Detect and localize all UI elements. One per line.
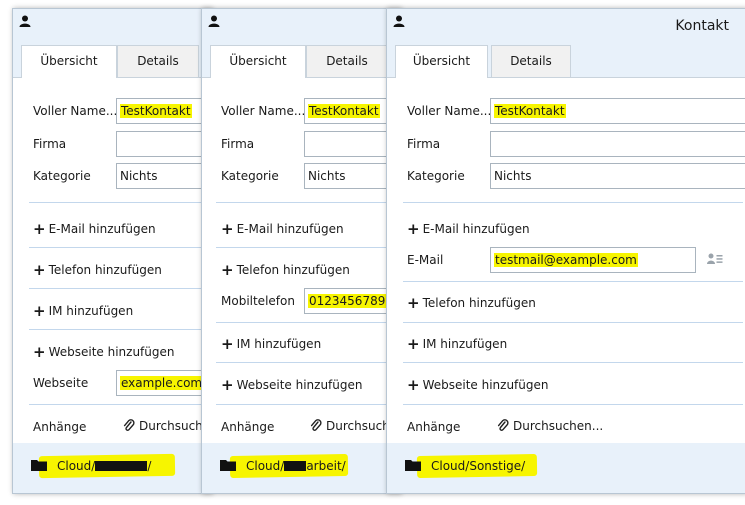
person-icon [208, 15, 220, 27]
full-name-input[interactable]: TestKontakt [490, 98, 745, 124]
separator [216, 247, 400, 248]
overview-panel: Voller Name... TestKontakt Firma Kategor… [13, 77, 211, 493]
plus-icon: + [407, 294, 420, 312]
attachments-label: Anhänge [33, 420, 87, 434]
tab-overview[interactable]: Übersicht [21, 45, 117, 78]
add-email-link[interactable]: + E-Mail hinzufügen [33, 220, 156, 238]
tab-details[interactable]: Details [491, 45, 571, 77]
person-icon [19, 15, 31, 27]
category-label: Kategorie [221, 169, 279, 183]
full-name-label: Voller Name... [33, 104, 118, 118]
plus-icon: + [407, 335, 420, 353]
category-select[interactable]: Nichts [116, 163, 211, 189]
add-email-link[interactable]: + E-Mail hinzufügen [221, 220, 344, 238]
folder-footer: Cloud/arbeit/ [202, 443, 400, 493]
attachments-label: Anhänge [221, 420, 275, 434]
paperclip-icon [123, 419, 135, 431]
plus-icon: + [221, 335, 234, 353]
add-website-link[interactable]: + Webseite hinzufügen [407, 376, 549, 394]
folder-icon [405, 460, 421, 471]
company-input[interactable] [116, 131, 211, 157]
separator [403, 362, 743, 363]
folder-footer: Cloud// [13, 443, 211, 493]
contact-window-1: Übersicht Details Voller Name... TestKon… [12, 8, 212, 494]
email-input[interactable]: testmail@example.com [490, 247, 696, 273]
separator [29, 202, 211, 203]
contact-card-icon[interactable] [707, 253, 723, 265]
folder-path[interactable]: Cloud/Sonstige/ [431, 459, 525, 473]
website-input[interactable]: example.com [116, 370, 211, 396]
separator [216, 322, 400, 323]
paperclip-icon [310, 419, 322, 431]
plus-icon: + [221, 220, 234, 238]
full-name-input[interactable]: TestKontakt [116, 98, 211, 124]
separator [216, 404, 400, 405]
tab-details[interactable]: Details [117, 45, 199, 77]
company-label: Firma [33, 137, 67, 151]
plus-icon: + [33, 261, 46, 279]
window-title: Kontakt [675, 18, 729, 34]
add-im-link[interactable]: + IM hinzufügen [407, 335, 507, 353]
company-label: Firma [221, 137, 255, 151]
plus-icon: + [33, 220, 46, 238]
plus-icon: + [221, 261, 234, 279]
category-select[interactable]: Nichts [490, 163, 745, 189]
tab-overview[interactable]: Übersicht [395, 45, 488, 78]
separator [216, 202, 400, 203]
redacted-block [284, 461, 307, 471]
category-label: Kategorie [407, 169, 465, 183]
separator [403, 281, 743, 282]
add-phone-link[interactable]: + Telefon hinzufügen [407, 294, 536, 312]
redacted-block [95, 461, 148, 471]
separator [403, 202, 743, 203]
full-name-label: Voller Name... [407, 104, 492, 118]
folder-icon [220, 460, 236, 471]
contact-window-2: Übersicht Details Voller Name... TestKon… [201, 8, 401, 494]
category-label: Kategorie [33, 169, 91, 183]
plus-icon: + [407, 376, 420, 394]
separator [29, 288, 211, 289]
plus-icon: + [33, 302, 46, 320]
add-im-link[interactable]: + IM hinzufügen [221, 335, 321, 353]
browse-attachments-link[interactable]: Durchsuchen... [123, 419, 211, 433]
plus-icon: + [407, 220, 420, 238]
email-label: E-Mail [407, 253, 444, 267]
attachments-label: Anhänge [407, 420, 461, 434]
contact-window-3: Kontakt Übersicht Details Voller Name...… [386, 8, 745, 494]
mobile-phone-label: Mobiltelefon [221, 294, 295, 308]
add-website-link[interactable]: + Webseite hinzufügen [33, 343, 175, 361]
separator [216, 362, 400, 363]
plus-icon: + [221, 376, 234, 394]
separator [29, 247, 211, 248]
tab-overview[interactable]: Übersicht [210, 45, 306, 78]
separator [29, 329, 211, 330]
add-phone-link[interactable]: + Telefon hinzufügen [33, 261, 162, 279]
folder-path[interactable]: Cloud// [57, 459, 151, 473]
add-email-link[interactable]: + E-Mail hinzufügen [407, 220, 530, 238]
browse-attachments-link[interactable]: Durchsuchen... [497, 419, 603, 433]
add-website-link[interactable]: + Webseite hinzufügen [221, 376, 363, 394]
full-name-label: Voller Name... [221, 104, 306, 118]
tab-details[interactable]: Details [306, 45, 388, 77]
overview-panel: Voller Name... TestKontakt Firma Kategor… [387, 77, 745, 493]
separator [29, 404, 211, 405]
company-input[interactable] [490, 131, 745, 157]
folder-icon [31, 460, 47, 471]
overview-panel: Voller Name... TestKontakt Firma Kategor… [202, 77, 400, 493]
paperclip-icon [497, 419, 509, 431]
add-im-link[interactable]: + IM hinzufügen [33, 302, 133, 320]
person-icon [393, 15, 405, 27]
add-phone-link[interactable]: + Telefon hinzufügen [221, 261, 350, 279]
separator [403, 322, 743, 323]
folder-footer: Cloud/Sonstige/ [387, 443, 745, 493]
folder-path[interactable]: Cloud/arbeit/ [246, 459, 346, 473]
website-label: Webseite [33, 376, 89, 390]
plus-icon: + [33, 343, 46, 361]
company-label: Firma [407, 137, 441, 151]
separator [403, 404, 743, 405]
